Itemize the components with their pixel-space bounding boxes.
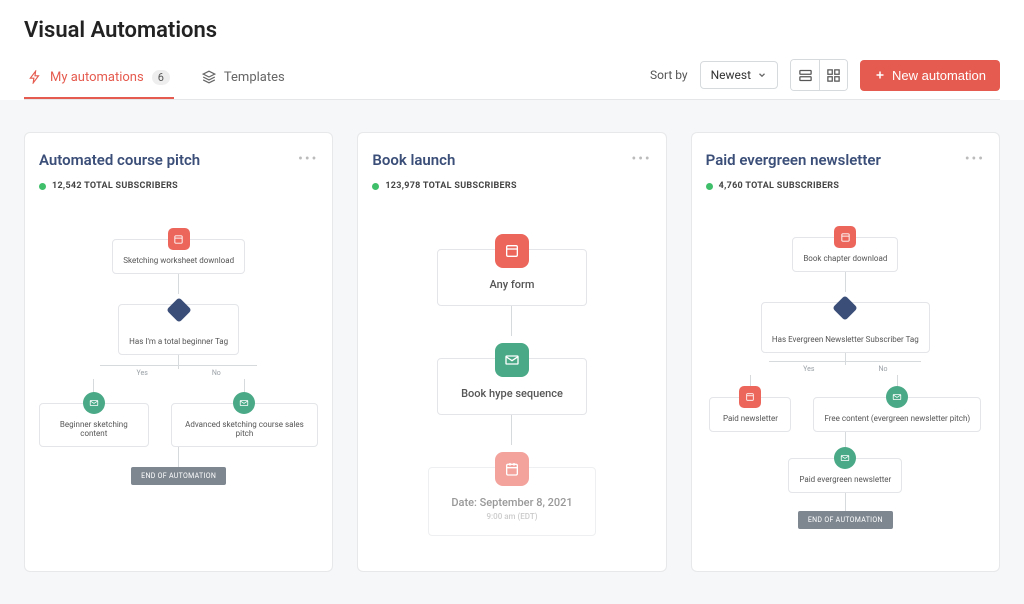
flow-end-node: END OF AUTOMATION — [131, 467, 226, 485]
calendar-icon — [495, 452, 529, 486]
flow-diagram: Book chapter download Has Evergreen News… — [706, 191, 985, 553]
form-icon — [495, 234, 529, 268]
node-label: Book chapter download — [803, 254, 887, 263]
flow-branch-node: Beginner sketching content — [39, 403, 149, 447]
card-title: Automated course pitch — [39, 151, 200, 169]
tab-my-automations[interactable]: My automations 6 — [24, 60, 174, 99]
connector — [511, 306, 512, 336]
condition-icon — [833, 295, 858, 320]
flow-entry-node: Book chapter download — [792, 237, 898, 272]
flow-branch: Beginner sketching content Advanced sket… — [39, 379, 318, 447]
flow-branch: Paid newsletter Free content (evergreen … — [709, 375, 981, 432]
new-automation-button[interactable]: New automation — [860, 60, 1000, 91]
card-menu-icon[interactable]: ••• — [298, 151, 318, 167]
form-icon — [834, 226, 856, 248]
status-dot-icon — [706, 183, 713, 190]
sort-label: Sort by — [650, 68, 688, 82]
card-title: Paid evergreen newsletter — [706, 151, 881, 169]
card-subscribers: 123,978 TOTAL SUBSCRIBERS — [372, 181, 651, 191]
node-label: Has Evergreen Newsletter Subscriber Tag — [772, 335, 919, 344]
node-label: Advanced sketching course sales pitch — [185, 420, 304, 438]
sort-select[interactable]: Newest — [700, 61, 778, 89]
mail-icon — [886, 386, 908, 408]
node-label: Paid evergreen newsletter — [799, 475, 891, 484]
mail-icon — [834, 447, 856, 469]
count-badge: 6 — [152, 70, 170, 85]
node-label: Beginner sketching content — [60, 420, 128, 438]
node-label: Sketching worksheet download — [123, 256, 234, 265]
condition-icon — [166, 297, 191, 322]
node-label: Has I'm a total beginner Tag — [129, 337, 228, 346]
flow-sequence-node: Book hype sequence — [437, 358, 587, 415]
connector — [244, 379, 245, 393]
connector — [845, 493, 846, 511]
flow-branch-node: Free content (evergreen newsletter pitch… — [813, 397, 981, 432]
tab-templates[interactable]: Templates — [198, 60, 289, 99]
flow-diagram: Sketching worksheet download Has I'm a t… — [39, 191, 318, 553]
form-icon — [739, 386, 761, 408]
connector — [178, 355, 179, 369]
connector — [845, 272, 846, 292]
flow-branch-node: Paid newsletter — [709, 397, 791, 432]
automation-card[interactable]: Book launch ••• 123,978 TOTAL SUBSCRIBER… — [357, 132, 666, 572]
connector — [178, 274, 179, 294]
automation-card[interactable]: Paid evergreen newsletter ••• 4,760 TOTA… — [691, 132, 1000, 572]
card-subscribers: 4,760 TOTAL SUBSCRIBERS — [706, 181, 985, 191]
connector — [93, 379, 94, 393]
node-label: Free content (evergreen newsletter pitch… — [824, 414, 970, 423]
plus-icon — [874, 69, 886, 81]
flow-entry-node: Sketching worksheet download — [112, 239, 245, 274]
view-list-button[interactable] — [791, 60, 819, 90]
tab-label: My automations — [50, 70, 144, 85]
flow-condition-node: Has Evergreen Newsletter Subscriber Tag — [761, 302, 930, 353]
flow-branch-node: Advanced sketching course sales pitch — [171, 403, 319, 447]
automation-grid: Automated course pitch ••• 12,542 TOTAL … — [0, 100, 1024, 604]
flow-entry-node: Any form — [437, 249, 587, 306]
form-icon — [168, 228, 190, 250]
subscriber-count: 4,760 TOTAL SUBSCRIBERS — [719, 181, 840, 191]
toolbar: My automations 6 Templates Sort by Newes… — [24, 59, 1000, 100]
yes-no-labels: Yes No — [137, 369, 221, 377]
flow-merge-node: Paid evergreen newsletter — [788, 458, 902, 493]
page-title: Visual Automations — [24, 18, 1000, 43]
lightning-icon — [28, 70, 42, 84]
view-toggle — [790, 59, 848, 91]
sort-value: Newest — [711, 68, 751, 82]
flow-condition-node: Has I'm a total beginner Tag — [118, 304, 239, 355]
subscriber-count: 123,978 TOTAL SUBSCRIBERS — [385, 181, 516, 191]
connector — [511, 415, 512, 445]
flow-date-node: Date: September 8, 2021 9:00 am (EDT) — [428, 467, 595, 536]
mail-icon — [83, 392, 105, 414]
flow-end-node: END OF AUTOMATION — [798, 511, 893, 529]
new-button-label: New automation — [892, 68, 986, 83]
node-sublabel: 9:00 am (EDT) — [451, 512, 572, 521]
mail-icon — [495, 343, 529, 377]
box-icon — [202, 70, 216, 84]
flow-diagram: Any form Book hype sequence Date: Septem… — [372, 191, 651, 553]
view-grid-button[interactable] — [819, 60, 847, 90]
status-dot-icon — [39, 183, 46, 190]
status-dot-icon — [372, 183, 379, 190]
grid-icon — [826, 68, 841, 83]
connector — [845, 432, 846, 448]
subscriber-count: 12,542 TOTAL SUBSCRIBERS — [52, 181, 178, 191]
toolbar-right: Sort by Newest — [650, 59, 1000, 99]
node-label: Any form — [489, 278, 534, 291]
mail-icon — [233, 392, 255, 414]
node-label: Paid newsletter — [723, 414, 778, 423]
list-icon — [798, 68, 813, 83]
connector — [845, 353, 846, 365]
card-menu-icon[interactable]: ••• — [965, 151, 985, 167]
tab-label: Templates — [224, 70, 285, 85]
automation-card[interactable]: Automated course pitch ••• 12,542 TOTAL … — [24, 132, 333, 572]
tabs: My automations 6 Templates — [24, 60, 289, 99]
card-menu-icon[interactable]: ••• — [631, 151, 651, 167]
card-title: Book launch — [372, 151, 455, 169]
chevron-down-icon — [757, 70, 767, 80]
yes-no-labels: Yes No — [803, 365, 887, 373]
card-subscribers: 12,542 TOTAL SUBSCRIBERS — [39, 181, 318, 191]
node-label: Date: September 8, 2021 — [451, 496, 572, 509]
connector — [178, 447, 179, 467]
node-label: Book hype sequence — [461, 387, 563, 400]
